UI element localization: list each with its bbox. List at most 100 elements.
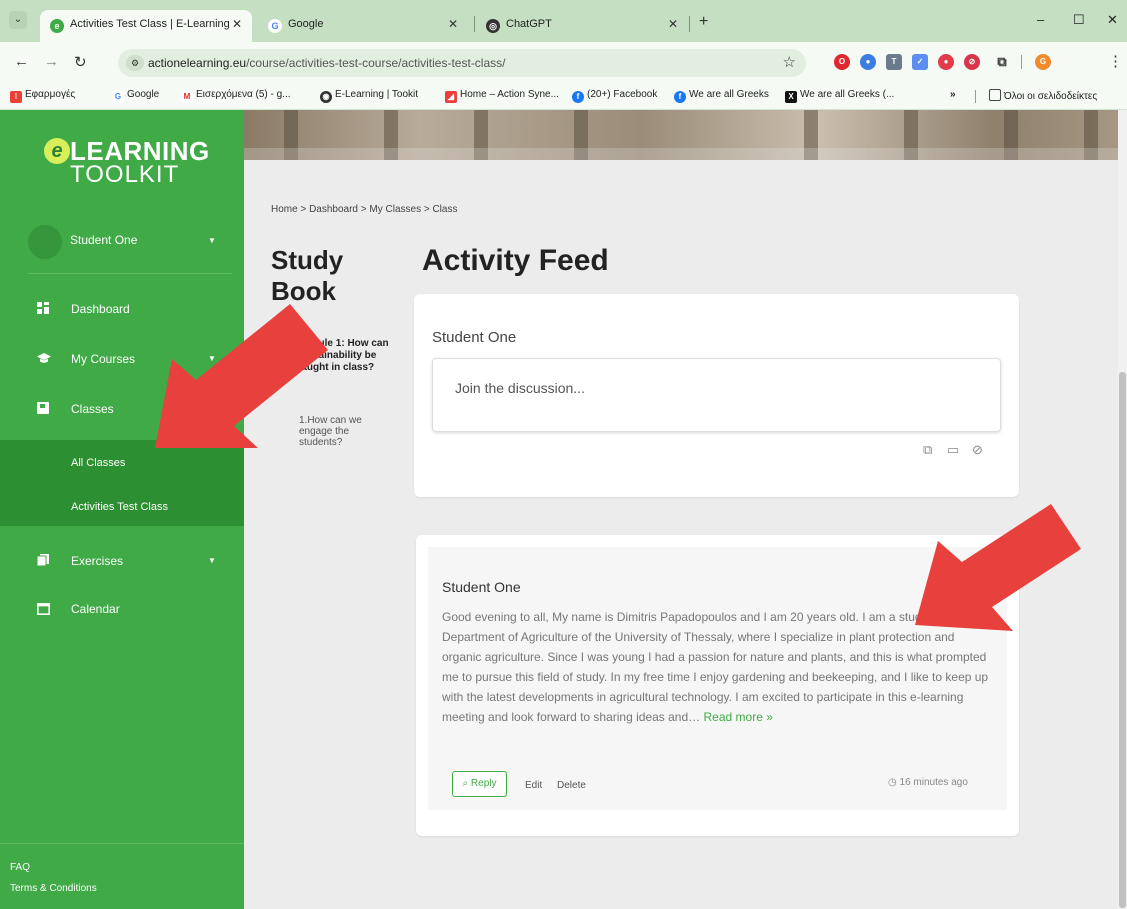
tab-close-icon[interactable]: ✕ — [668, 17, 678, 31]
delete-button[interactable]: Delete — [557, 780, 586, 791]
sidebar-item-classes[interactable]: Classes — [0, 394, 244, 424]
facebook-icon: f — [572, 91, 584, 103]
module-title[interactable]: Module 1: How can sustainability be taug… — [298, 338, 394, 374]
post-author: Student One — [442, 579, 521, 595]
bookmark-we-are-all-greeks[interactable]: f We are all Greeks — [674, 89, 769, 103]
sidebar-item-calendar[interactable]: Calendar — [0, 594, 244, 624]
tab-label: ChatGPT — [506, 18, 552, 30]
bookmark-facebook[interactable]: f (20+) Facebook — [572, 89, 657, 103]
bookmarks-overflow-button[interactable]: » — [950, 89, 956, 100]
apps-grid-icon: ⁞ — [10, 91, 22, 103]
tab-separator — [474, 16, 475, 32]
chevron-down-icon: ▼ — [208, 556, 216, 565]
graduation-cap-icon — [37, 353, 51, 363]
tab-chatgpt[interactable]: ◎ ChatGPT ✕ — [476, 10, 688, 42]
post-time-text: 16 minutes ago — [899, 777, 968, 788]
activity-feed-title: Activity Feed — [422, 244, 609, 277]
breadcrumb[interactable]: Home > Dashboard > My Classes > Class — [271, 204, 457, 215]
read-more-link[interactable]: Read more » — [704, 710, 773, 724]
video-upload-icon[interactable]: ▭ — [947, 442, 959, 458]
banner-shade — [244, 148, 1127, 160]
sidebar-item-label: My Courses — [71, 352, 136, 366]
bookmarks-separator — [975, 90, 976, 103]
attachment-paperclip-icon[interactable]: ⊘ — [972, 442, 983, 458]
sidebar: e LEARNING TOOLKIT Student One ▼ Dashboa… — [0, 110, 244, 909]
folder-icon — [989, 89, 1001, 101]
checkbox-extension-icon[interactable]: ✓ — [912, 54, 928, 70]
user-name[interactable]: Student One — [70, 233, 137, 247]
tab-close-icon[interactable]: ✕ — [448, 17, 458, 31]
sidebar-item-dashboard[interactable]: Dashboard — [0, 294, 244, 324]
minimize-button[interactable]: – — [1037, 12, 1044, 27]
maximize-button[interactable]: ☐ — [1073, 12, 1085, 28]
bookmark-apps[interactable]: ⁞ Εφαρμογές — [10, 89, 75, 103]
terms-link[interactable]: Terms & Conditions — [10, 883, 97, 894]
edit-button[interactable]: Edit — [525, 780, 542, 791]
bookmark-action-synergy[interactable]: ◢ Home – Action Syne... — [445, 89, 559, 103]
exercises-icon — [37, 554, 49, 566]
google-favicon-icon: G — [268, 19, 282, 33]
sidebar-item-my-courses[interactable]: My Courses ▼ — [0, 344, 244, 374]
tab-close-icon[interactable]: ✕ — [232, 17, 242, 31]
elearning-favicon-icon: e — [50, 19, 64, 33]
sidebar-item-exercises[interactable]: Exercises ▼ — [0, 546, 244, 576]
profile-avatar[interactable]: G — [1035, 54, 1051, 70]
sidebar-item-label: Exercises — [71, 554, 124, 568]
chevron-down-icon[interactable]: ▼ — [208, 236, 216, 245]
reply-icon: ⌕ — [462, 778, 469, 789]
faq-link[interactable]: FAQ — [10, 862, 30, 873]
url-text[interactable]: actionelearning.eu/course/activities-tes… — [148, 56, 505, 70]
close-window-button[interactable]: ✕ — [1107, 12, 1118, 28]
reply-label: Reply — [470, 778, 497, 789]
sidebar-item-label: Dashboard — [71, 302, 130, 316]
bookmark-google[interactable]: G Google — [112, 89, 159, 103]
site-info-icon[interactable]: ⚙ — [126, 55, 144, 71]
all-bookmarks-folder[interactable]: Όλοι οι σελιδοδείκτες — [989, 89, 1097, 102]
photo-upload-icon[interactable]: ⧉ — [923, 442, 932, 458]
adblock-extension-icon[interactable]: ● — [938, 54, 954, 70]
password-extension-icon[interactable]: ● — [860, 54, 876, 70]
page-scrollbar[interactable] — [1118, 110, 1127, 909]
hero-banner-image — [244, 110, 1127, 160]
bookmarks-bar: ⁞ Εφαρμογές G Google M Εισερχόμενα (5) - g.… — [0, 82, 1127, 110]
translate-extension-icon[interactable]: T — [886, 54, 902, 70]
back-arrow-icon[interactable]: ← — [14, 53, 29, 70]
block-extension-icon[interactable]: ⊘ — [964, 54, 980, 70]
composer-author: Student One — [432, 329, 517, 346]
opera-extension-icon[interactable]: O — [834, 54, 850, 70]
new-tab-button[interactable]: + — [699, 13, 708, 31]
logo-e-mark: e — [44, 138, 70, 164]
submenu-all-classes[interactable]: All Classes — [71, 457, 125, 469]
forward-arrow-icon[interactable]: → — [44, 53, 59, 70]
tab-google[interactable]: G Google ✕ — [258, 10, 468, 42]
sidebar-item-label: Classes — [71, 402, 114, 416]
reload-icon[interactable]: ↻ — [74, 53, 87, 71]
address-bar[interactable]: ⚙ actionelearning.eu/course/activities-t… — [118, 49, 806, 77]
post-content: Student One Good evening to all, My name… — [428, 547, 1007, 810]
action-synergy-icon: ◢ — [445, 91, 457, 103]
bookmark-we-are-all-greeks-x[interactable]: X We are all Greeks (... — [785, 89, 894, 103]
bookmark-gmail[interactable]: M Εισερχόμενα (5) - g... — [181, 89, 291, 103]
bookmark-star-icon[interactable]: ☆ — [783, 53, 796, 71]
post-body: Good evening to all, My name is Dimitris… — [442, 607, 997, 727]
tab-search-button[interactable]: ⌄ — [9, 11, 27, 29]
submenu-activities-test-class[interactable]: Activities Test Class — [71, 501, 168, 513]
classes-icon — [37, 402, 49, 414]
chevron-down-icon: ▼ — [208, 354, 216, 363]
logo-text-toolkit: TOOLKIT — [70, 161, 180, 188]
reply-button[interactable]: ⌕ Reply — [452, 771, 507, 797]
browser-menu-icon[interactable]: ⋮ — [1108, 52, 1123, 70]
tab-activities-test-class[interactable]: e Activities Test Class | E-Learning ✕ — [40, 10, 252, 42]
user-avatar[interactable] — [28, 225, 62, 259]
lesson-link[interactable]: 1.How can we engage the students? — [299, 415, 379, 448]
module-status-dot — [278, 339, 286, 347]
tab-label: Google — [288, 18, 324, 30]
bookmark-elearning[interactable]: ◉ E-Learning | Tookit — [320, 89, 418, 103]
scrollbar-thumb[interactable] — [1119, 372, 1126, 908]
gmail-icon: M — [181, 91, 193, 103]
discussion-input[interactable]: Join the discussion... — [432, 358, 1001, 432]
browser-toolbar: ← → ↻ ⚙ actionelearning.eu/course/activi… — [0, 42, 1127, 82]
dashboard-icon — [37, 302, 49, 314]
extensions-puzzle-icon[interactable]: ⧉ — [994, 54, 1010, 70]
chatgpt-favicon-icon: ◎ — [486, 19, 500, 33]
